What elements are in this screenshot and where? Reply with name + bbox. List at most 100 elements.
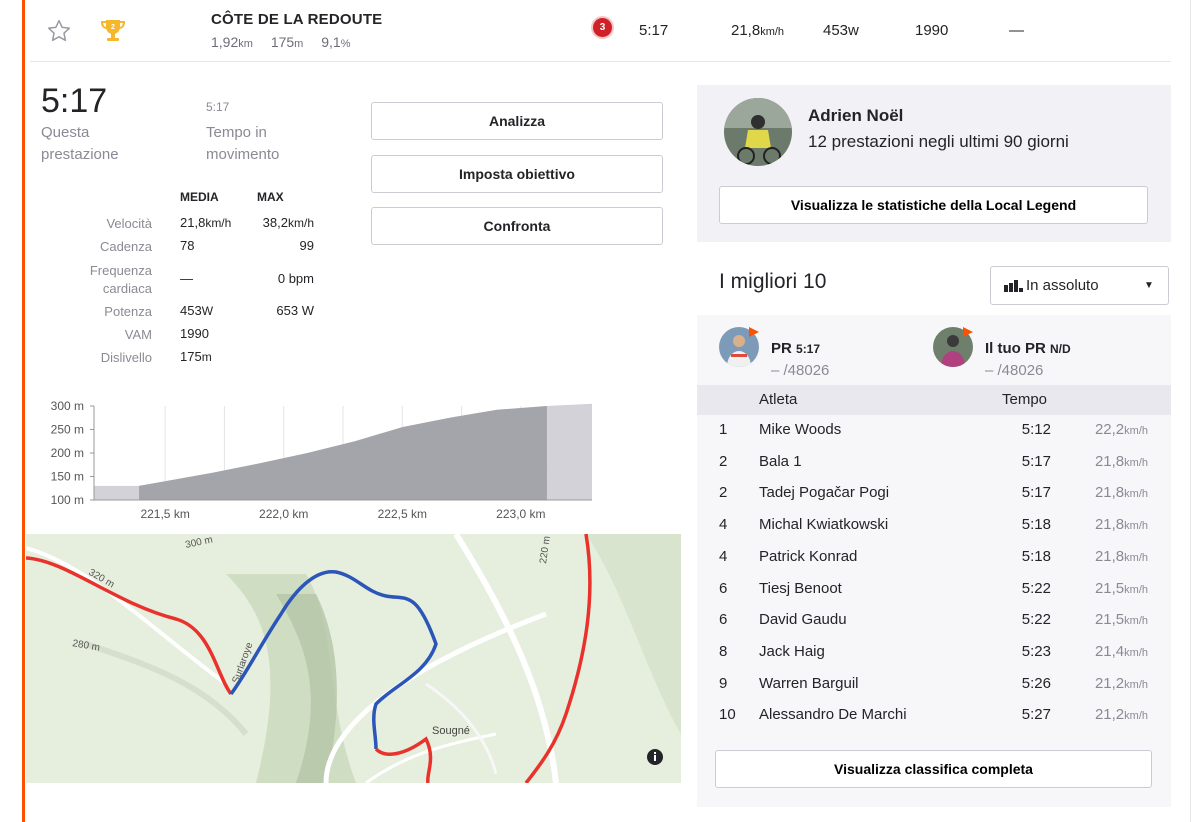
- row-speed: 21,2km/h: [1094, 674, 1148, 692]
- moving-label: Tempo in movimento: [206, 124, 280, 163]
- table-row[interactable]: 8 Jack Haig 5:23 21,4km/h: [697, 637, 1171, 669]
- elapsed-time: 5:17: [41, 82, 108, 120]
- table-row[interactable]: 2 Tadej Pogačar Pogi 5:17 21,8km/h: [697, 478, 1171, 510]
- table-row[interactable]: 10 Alessandro De Marchi 5:27 21,2km/h: [697, 700, 1171, 732]
- info-icon[interactable]: [647, 749, 663, 765]
- segment-row[interactable]: 2 CÔTE DE LA REDOUTE 1,92km 175m 9,1% 3 …: [30, 0, 1171, 62]
- local-legend-stats-button[interactable]: Visualizza le statistiche della Local Le…: [719, 186, 1148, 224]
- leaderboard-filter[interactable]: In assoluto ▼: [990, 266, 1169, 305]
- stat-label: Cadenza: [99, 239, 152, 254]
- row-time: 5:22: [1021, 579, 1051, 597]
- svg-text:2: 2: [111, 24, 115, 31]
- table-row[interactable]: 2 Bala 1 5:17 21,8km/h: [697, 447, 1171, 479]
- segment-stats: 1,92km 175m 9,1%: [211, 34, 364, 50]
- row-athlete[interactable]: David Gaudu: [759, 611, 847, 628]
- table-row[interactable]: 9 Warren Barguil 5:26 21,2km/h: [697, 669, 1171, 701]
- x-tick-label: 221,5 km: [140, 507, 189, 521]
- row-time: 5:18: [1021, 516, 1051, 534]
- col-time: Tempo: [1002, 391, 1048, 408]
- row-speed: 21,5km/h: [1094, 611, 1148, 629]
- row-rank: 6: [719, 579, 728, 597]
- table-row[interactable]: 6 David Gaudu 5:22 21,5km/h: [697, 605, 1171, 637]
- y-tick-label: 300 m: [51, 400, 84, 413]
- row-athlete[interactable]: Michal Kwiatkowski: [759, 516, 888, 533]
- local-legend-name[interactable]: Adrien Noël: [808, 106, 903, 126]
- pr-block[interactable]: PR 5:17 – /48026: [719, 325, 919, 379]
- segment-speed: 21,8km/h: [731, 22, 785, 39]
- row-speed: 21,8km/h: [1094, 484, 1148, 502]
- your-pr-block[interactable]: Il tuo PR N/D – /48026: [933, 325, 1133, 379]
- row-time: 5:12: [1021, 421, 1051, 438]
- compare-button[interactable]: Confronta: [371, 207, 663, 245]
- row-athlete[interactable]: Patrick Konrad: [759, 548, 857, 565]
- analyze-button[interactable]: Analizza: [371, 102, 663, 140]
- stats-head-avg: MEDIA: [180, 190, 219, 204]
- set-goal-button[interactable]: Imposta obiettivo: [371, 155, 663, 193]
- segment-grade: 9,1%: [321, 34, 351, 50]
- stat-avg: 21,8km/h: [180, 215, 232, 230]
- leaderboard-title: I migliori 10: [719, 270, 827, 293]
- map-label: Sougné: [432, 725, 470, 737]
- row-athlete[interactable]: Warren Barguil: [759, 675, 858, 692]
- col-athlete: Atleta: [759, 391, 798, 408]
- star-icon[interactable]: [46, 18, 72, 44]
- local-legend-card: Adrien Noël 12 prestazioni negli ultimi …: [697, 85, 1171, 242]
- pr-rank: – /48026: [771, 362, 830, 379]
- row-speed: 22,2km/h: [1094, 421, 1148, 438]
- accent-bar: [22, 0, 25, 822]
- x-tick-label: 222,0 km: [259, 507, 308, 521]
- segment-power: 453w: [823, 22, 859, 39]
- row-time: 5:18: [1021, 547, 1051, 565]
- row-rank: 9: [719, 674, 728, 692]
- table-row[interactable]: 4 Michal Kwiatkowski 5:18 21,8km/h: [697, 510, 1171, 542]
- row-athlete[interactable]: Alessandro De Marchi: [759, 706, 907, 723]
- segment-elevation: 175m: [270, 34, 304, 50]
- row-athlete[interactable]: Bala 1: [759, 453, 802, 470]
- route-map[interactable]: 300 m 320 m 280 m 220 m Sougné Surlaroye: [26, 534, 681, 783]
- table-row[interactable]: 6 Tiesj Benoot 5:22 21,5km/h: [697, 574, 1171, 606]
- row-rank: 4: [719, 516, 728, 534]
- stat-max: 38,2km/h: [262, 215, 314, 230]
- leaderboard-panel: PR 5:17 – /48026 Il tuo PR N/D – /48026 …: [697, 315, 1171, 807]
- stat-avg: 453W: [180, 303, 214, 318]
- pr-flag-icon: [963, 327, 973, 337]
- row-time: 5:26: [1021, 674, 1051, 692]
- segment-vam: 1990: [915, 22, 949, 39]
- row-speed: 21,4km/h: [1094, 642, 1148, 660]
- row-speed: 21,8km/h: [1094, 547, 1148, 565]
- stat-max: 653 W: [276, 303, 314, 318]
- row-athlete[interactable]: Tadej Pogačar Pogi: [759, 484, 889, 501]
- table-row[interactable]: 4 Patrick Konrad 5:18 21,8km/h: [697, 542, 1171, 574]
- row-time: 5:27: [1021, 706, 1051, 724]
- elapsed-label: Questa prestazione: [41, 124, 119, 163]
- full-leaderboard-button[interactable]: Visualizza classifica completa: [715, 750, 1152, 788]
- table-row[interactable]: 1 Mike Woods 5:12 22,2km/h: [697, 415, 1171, 447]
- segment-name[interactable]: CÔTE DE LA REDOUTE: [211, 11, 382, 28]
- your-pr-label: Il tuo PR N/D: [985, 340, 1071, 357]
- row-rank: 1: [719, 421, 728, 438]
- row-athlete[interactable]: Jack Haig: [759, 643, 825, 660]
- segment-distance: 1,92km: [211, 34, 253, 50]
- local-legend-subtitle: 12 prestazioni negli ultimi 90 giorni: [808, 132, 1069, 151]
- stat-avg: 1990: [180, 326, 209, 341]
- panel-edge: [1190, 0, 1191, 822]
- avatar[interactable]: [724, 98, 792, 166]
- your-pr-rank: – /48026: [985, 362, 1044, 379]
- chevron-down-icon: ▼: [1144, 280, 1154, 291]
- segment-time: 5:17: [639, 22, 669, 39]
- row-rank: 4: [719, 547, 728, 565]
- leaderboard-header: Atleta Tempo: [697, 385, 1171, 415]
- row-rank: 8: [719, 642, 728, 660]
- row-rank: 2: [719, 452, 728, 470]
- y-tick-label: 200 m: [51, 446, 84, 460]
- row-time: 5:17: [1021, 452, 1051, 470]
- moving-time: 5:17: [206, 100, 230, 114]
- row-athlete[interactable]: Tiesj Benoot: [759, 580, 842, 597]
- row-athlete[interactable]: Mike Woods: [759, 421, 841, 438]
- stat-avg: 78: [180, 238, 195, 253]
- elevation-chart[interactable]: 300 m 250 m 200 m 150 m 100 m 221,5 km 222,0 k…: [40, 400, 600, 528]
- stat-label: Dislivello: [100, 350, 152, 365]
- pr-label: PR 5:17: [771, 340, 821, 357]
- row-speed: 21,5km/h: [1094, 579, 1148, 597]
- stat-label: Frequenza cardiaca: [89, 263, 152, 296]
